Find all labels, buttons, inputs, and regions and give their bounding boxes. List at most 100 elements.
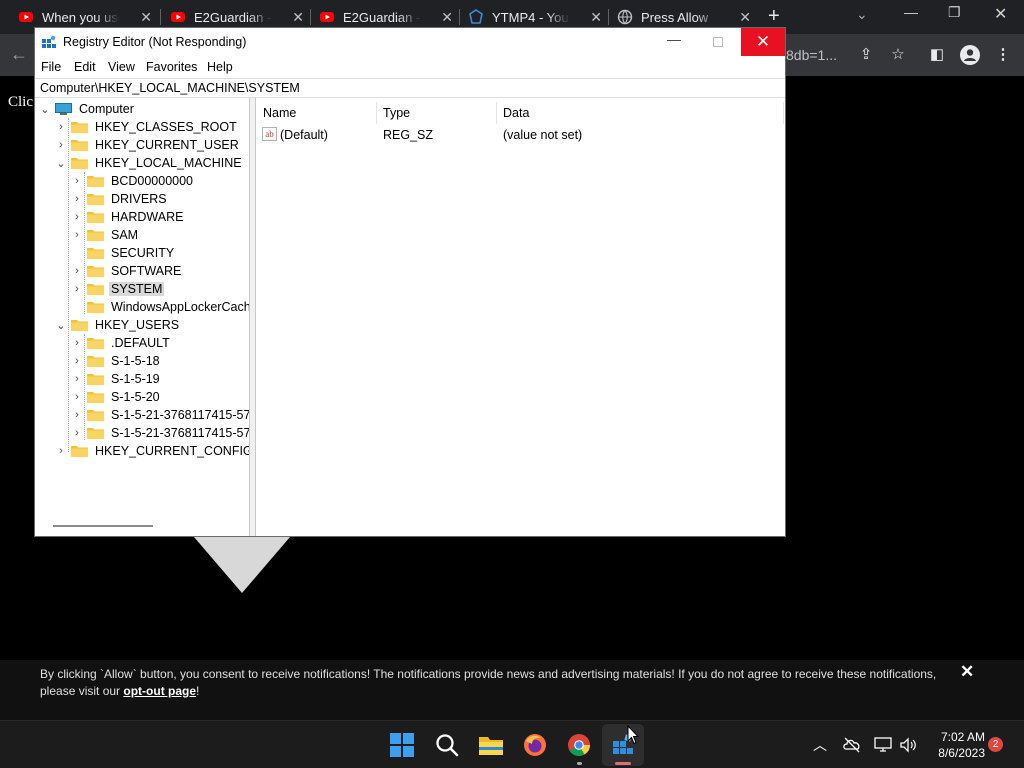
tab-title: YTMP4 - Youtub: [492, 9, 570, 25]
tree-node-hkey-local-machine[interactable]: ⌄ HKEY_LOCAL_MACHINE: [55, 154, 244, 172]
onedrive-off-icon[interactable]: [843, 737, 861, 753]
close-icon[interactable]: ✕: [590, 9, 602, 26]
title-bar[interactable]: Registry Editor (Not Responding) — ✕: [35, 28, 785, 56]
tree-node-hkey-classes-root[interactable]: › HKEY_CLASSES_ROOT: [55, 118, 239, 136]
address-bar-text[interactable]: 8db=1...: [786, 47, 837, 63]
tree-node-s-1-5-21-b[interactable]: › S-1-5-21-3768117415-5727: [71, 424, 249, 442]
tree-node-label: SOFTWARE: [111, 264, 182, 278]
tree-node-s-1-5-21-a[interactable]: › S-1-5-21-3768117415-5727: [71, 406, 249, 424]
close-icon[interactable]: ✕: [739, 9, 751, 26]
tree-node-software[interactable]: › SOFTWARE: [71, 262, 183, 280]
minimize-icon[interactable]: —: [904, 4, 918, 20]
star-icon[interactable]: ☆: [887, 44, 909, 66]
tree-node-windowsapplockercache[interactable]: › WindowsAppLockerCache: [71, 298, 249, 316]
chevron-down-icon[interactable]: ⌄: [55, 319, 67, 332]
chevron-right-icon[interactable]: ›: [55, 445, 67, 457]
value-name[interactable]: (Default): [280, 128, 328, 142]
tree-node-s-1-5-19[interactable]: › S-1-5-19: [71, 370, 162, 388]
network-icon[interactable]: [874, 736, 892, 753]
mouse-cursor-icon: [627, 725, 639, 745]
folder-icon: [71, 158, 88, 169]
maximize-button[interactable]: [713, 37, 723, 47]
chevron-right-icon[interactable]: ›: [71, 427, 83, 439]
file-explorer-icon[interactable]: [478, 732, 504, 758]
tree-node-s-1-5-20[interactable]: › S-1-5-20: [71, 388, 162, 406]
close-icon[interactable]: ✕: [441, 9, 453, 26]
tab-search-chevron-icon[interactable]: ⌄: [856, 6, 868, 23]
profile-icon[interactable]: [959, 44, 981, 66]
menu-favorites[interactable]: Favorites: [146, 60, 197, 74]
tree-node-sam[interactable]: › SAM: [71, 226, 140, 244]
firefox-icon[interactable]: [522, 732, 548, 758]
side-panel-icon[interactable]: ◧: [926, 44, 948, 66]
close-icon[interactable]: ✕: [994, 4, 1007, 24]
column-header-name[interactable]: Name: [263, 106, 296, 120]
window-title: Registry Editor (Not Responding): [63, 35, 247, 49]
chevron-right-icon[interactable]: ›: [71, 409, 83, 421]
address-bar[interactable]: Computer\HKEY_LOCAL_MACHINE\SYSTEM: [35, 78, 785, 98]
restore-icon[interactable]: ❐: [948, 4, 961, 21]
chevron-right-icon[interactable]: ›: [71, 283, 83, 295]
popup-pointer: [194, 537, 290, 593]
folder-icon: [87, 374, 104, 385]
horizontal-scrollbar[interactable]: [53, 525, 153, 527]
tree-node-default[interactable]: › .DEFAULT: [71, 334, 172, 352]
chevron-right-icon[interactable]: ›: [71, 355, 83, 367]
menu-file[interactable]: File: [41, 60, 61, 74]
start-windows-icon[interactable]: [389, 732, 415, 758]
chevron-right-icon[interactable]: ›: [71, 265, 83, 277]
chrome-icon[interactable]: [566, 732, 592, 758]
menu-kebab-icon[interactable]: ⋮: [992, 44, 1014, 66]
chevron-up-icon[interactable]: ︿: [813, 735, 827, 755]
running-indicator: [577, 762, 582, 765]
back-arrow-icon[interactable]: ←: [10, 44, 28, 65]
chevron-right-icon[interactable]: ›: [71, 193, 83, 205]
tab-title: Press Allow: [641, 9, 709, 25]
close-icon[interactable]: ✕: [292, 9, 304, 26]
chevron-right-icon[interactable]: ›: [55, 121, 67, 133]
clock[interactable]: 7:02 AM 8/6/2023: [925, 729, 985, 761]
close-button[interactable]: ✕: [741, 28, 785, 56]
menu-help[interactable]: Help: [207, 60, 233, 74]
tree-node-system[interactable]: › SYSTEM: [71, 280, 165, 298]
tree-node-drivers[interactable]: › DRIVERS: [71, 190, 169, 208]
chevron-right-icon[interactable]: ›: [71, 175, 83, 187]
folder-icon: [87, 338, 104, 349]
tree-node-hkey-users[interactable]: ⌄ HKEY_USERS: [55, 316, 181, 334]
chevron-right-icon[interactable]: ›: [71, 391, 83, 403]
folder-icon: [71, 140, 88, 151]
close-icon[interactable]: ✕: [140, 9, 152, 26]
folder-icon: [87, 428, 104, 439]
chevron-right-icon[interactable]: ›: [71, 337, 83, 349]
tree-node-bcd[interactable]: › BCD00000000: [71, 172, 195, 190]
tree-node-label: S-1-5-18: [111, 354, 160, 368]
search-icon[interactable]: [434, 732, 460, 758]
column-header-data[interactable]: Data: [503, 106, 529, 120]
chevron-right-icon[interactable]: ›: [71, 211, 83, 223]
chevron-down-icon[interactable]: ⌄: [55, 157, 67, 170]
folder-icon: [87, 302, 104, 313]
menu-edit[interactable]: Edit: [74, 60, 96, 74]
tree-node-computer[interactable]: ⌄ Computer: [39, 100, 136, 118]
notification-count-badge[interactable]: 2: [988, 737, 1003, 752]
tree-node-security[interactable]: › SECURITY: [71, 244, 176, 262]
chevron-down-icon[interactable]: ⌄: [39, 103, 51, 116]
folder-icon: [87, 356, 104, 367]
opt-out-link[interactable]: opt-out page: [123, 684, 196, 698]
chevron-right-icon[interactable]: ›: [71, 229, 83, 241]
chevron-right-icon[interactable]: ›: [71, 373, 83, 385]
new-tab-button[interactable]: +: [768, 5, 780, 28]
volume-icon[interactable]: [899, 737, 917, 753]
notification-text: By clicking `Allow` button, you consent …: [40, 666, 950, 700]
tree-node-hkey-current-config[interactable]: › HKEY_CURRENT_CONFIG: [55, 442, 249, 460]
minimize-button[interactable]: —: [667, 31, 681, 47]
column-header-type[interactable]: Type: [383, 106, 410, 120]
youtube-icon: [320, 12, 334, 22]
share-icon[interactable]: ⇪: [855, 44, 877, 66]
tree-node-hkey-current-user[interactable]: › HKEY_CURRENT_USER: [55, 136, 241, 154]
chevron-right-icon[interactable]: ›: [55, 139, 67, 151]
close-icon[interactable]: ✕: [960, 662, 974, 682]
tree-node-s-1-5-18[interactable]: › S-1-5-18: [71, 352, 162, 370]
menu-view[interactable]: View: [108, 60, 135, 74]
tree-node-hardware[interactable]: › HARDWARE: [71, 208, 185, 226]
